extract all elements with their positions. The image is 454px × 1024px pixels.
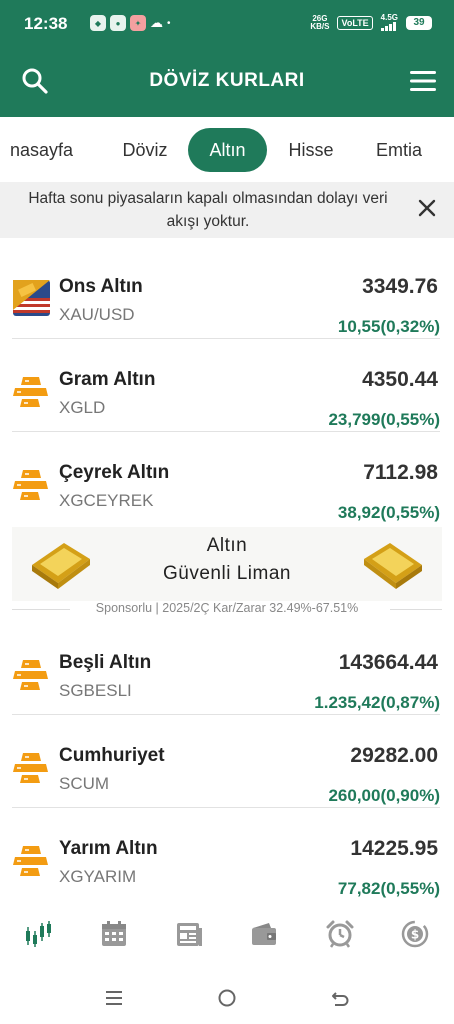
row-price: 14225.95 <box>350 837 438 860</box>
tab-hisse[interactable]: Hisse <box>278 128 344 172</box>
dot-icon: • <box>167 17 171 29</box>
news-icon[interactable] <box>174 919 204 949</box>
network-speed: 26G KB/S <box>310 13 330 31</box>
home-icon[interactable] <box>216 987 238 1009</box>
row-change: 38,92(0,55%) <box>337 503 440 522</box>
gold-bars-icon <box>13 377 48 407</box>
volte-badge: VoLTE <box>337 15 373 30</box>
row-change: 23,799(0,55%) <box>328 410 440 429</box>
page-title: DÖVİZ KURLARI <box>149 70 305 91</box>
chart-icon[interactable] <box>23 919 53 949</box>
market-closed-notice: Hafta sonu piyasaların kapalı olmasından… <box>0 182 454 238</box>
list-item-ons-altin[interactable]: Ons Altın XAU/USD 3349.76 10,55(0,32%) <box>0 246 454 339</box>
gold-bars-icon <box>13 470 48 500</box>
gold-bars-icon <box>13 846 48 876</box>
row-code: XGCEYREK <box>59 491 154 510</box>
tab-altin[interactable]: Altın <box>188 128 267 172</box>
sponsor-text: Sponsorlu | 2025/2Ç Kar/Zarar 32.49%-67.… <box>95 601 359 615</box>
row-name: Yarım Altın <box>59 838 158 859</box>
app-notification-icon: ✦ <box>130 15 146 31</box>
notice-text: Hafta sonu piyasaların kapalı olmasından… <box>28 190 388 230</box>
tab-doviz[interactable]: Döviz <box>112 128 178 172</box>
close-icon[interactable] <box>416 197 438 219</box>
row-change: 260,00(0,90%) <box>328 786 440 805</box>
app-notification-icon: ◆ <box>90 15 106 31</box>
status-indicators: 26G KB/S VoLTE 4.5G 39 <box>310 14 432 31</box>
app-header: 12:38 ◆ ● ✦ ☁ • 26G KB/S VoLTE 4.5G 39 D… <box>0 0 454 117</box>
list-item-yarim-altin[interactable]: Yarım Altın XGYARIM 14225.95 77,82(0,55%… <box>0 808 454 901</box>
gold-bars-icon <box>13 660 48 690</box>
list-item-gram-altin[interactable]: Gram Altın XGLD 4350.44 23,799(0,55%) <box>0 339 454 432</box>
status-bar: 12:38 ◆ ● ✦ ☁ • 26G KB/S VoLTE 4.5G 39 <box>0 0 454 46</box>
gold-bars-icon <box>13 753 48 783</box>
app-notification-icon: ● <box>110 15 126 31</box>
tab-anasayfa[interactable]: nasayfa <box>4 128 92 172</box>
row-price: 3349.76 <box>362 275 438 298</box>
row-price: 4350.44 <box>362 368 438 391</box>
category-tabs: nasayfa Döviz Altın Hisse Emtia <box>0 117 454 182</box>
row-change: 1.235,42(0,87%) <box>314 693 440 712</box>
row-price: 29282.00 <box>350 744 438 767</box>
status-notification-icons: ◆ ● ✦ ☁ • <box>90 15 171 31</box>
list-item-ceyrek-altin[interactable]: Çeyrek Altın XGCEYREK 7112.98 38,92(0,55… <box>0 432 454 525</box>
divider <box>390 609 442 610</box>
row-name: Ons Altın <box>59 276 143 297</box>
cloud-icon: ☁ <box>150 15 163 30</box>
recent-apps-icon[interactable] <box>103 987 125 1009</box>
row-name: Gram Altın <box>59 369 156 390</box>
row-code: XGLD <box>59 398 106 417</box>
us-flag-gold-icon <box>13 280 50 316</box>
currency-exchange-icon[interactable]: $ <box>400 919 430 949</box>
row-code: SGBESLI <box>59 681 132 700</box>
tab-emtia[interactable]: Emtia <box>364 128 434 172</box>
row-code: SCUM <box>59 774 110 793</box>
sponsored-ad-banner[interactable]: Altın Güvenli Liman <box>12 527 442 601</box>
system-navigation-bar <box>0 965 454 1024</box>
row-code: XGYARIM <box>59 867 137 886</box>
bottom-navigation: $ <box>0 905 454 965</box>
back-icon[interactable] <box>329 987 351 1009</box>
svg-text:$: $ <box>411 928 419 942</box>
wallet-icon[interactable] <box>249 919 279 949</box>
gold-bar-image <box>364 543 422 589</box>
row-price: 143664.44 <box>338 651 438 674</box>
row-name: Cumhuriyet <box>59 745 165 766</box>
app-bar: DÖVİZ KURLARI <box>0 46 454 117</box>
row-change: 10,55(0,32%) <box>337 317 440 336</box>
sponsor-disclaimer: Sponsorlu | 2025/2Ç Kar/Zarar 32.49%-67.… <box>12 601 442 617</box>
row-code: XAU/USD <box>59 305 135 324</box>
hamburger-menu-icon[interactable] <box>410 70 436 92</box>
network-type: 4.5G <box>381 14 398 31</box>
alarm-icon[interactable] <box>325 919 355 949</box>
list-item-besli-altin[interactable]: Beşli Altın SGBESLI 143664.44 1.235,42(0… <box>0 622 454 715</box>
row-name: Çeyrek Altın <box>59 462 170 483</box>
list-item-cumhuriyet[interactable]: Cumhuriyet SCUM 29282.00 260,00(0,90%) <box>0 715 454 808</box>
row-name: Beşli Altın <box>59 652 152 673</box>
row-price: 7112.98 <box>363 461 438 484</box>
calendar-icon[interactable] <box>99 919 129 949</box>
battery-icon: 39 <box>406 15 432 30</box>
row-change: 77,82(0,55%) <box>337 879 440 898</box>
status-time: 12:38 <box>24 14 68 33</box>
signal-icon <box>381 22 397 31</box>
